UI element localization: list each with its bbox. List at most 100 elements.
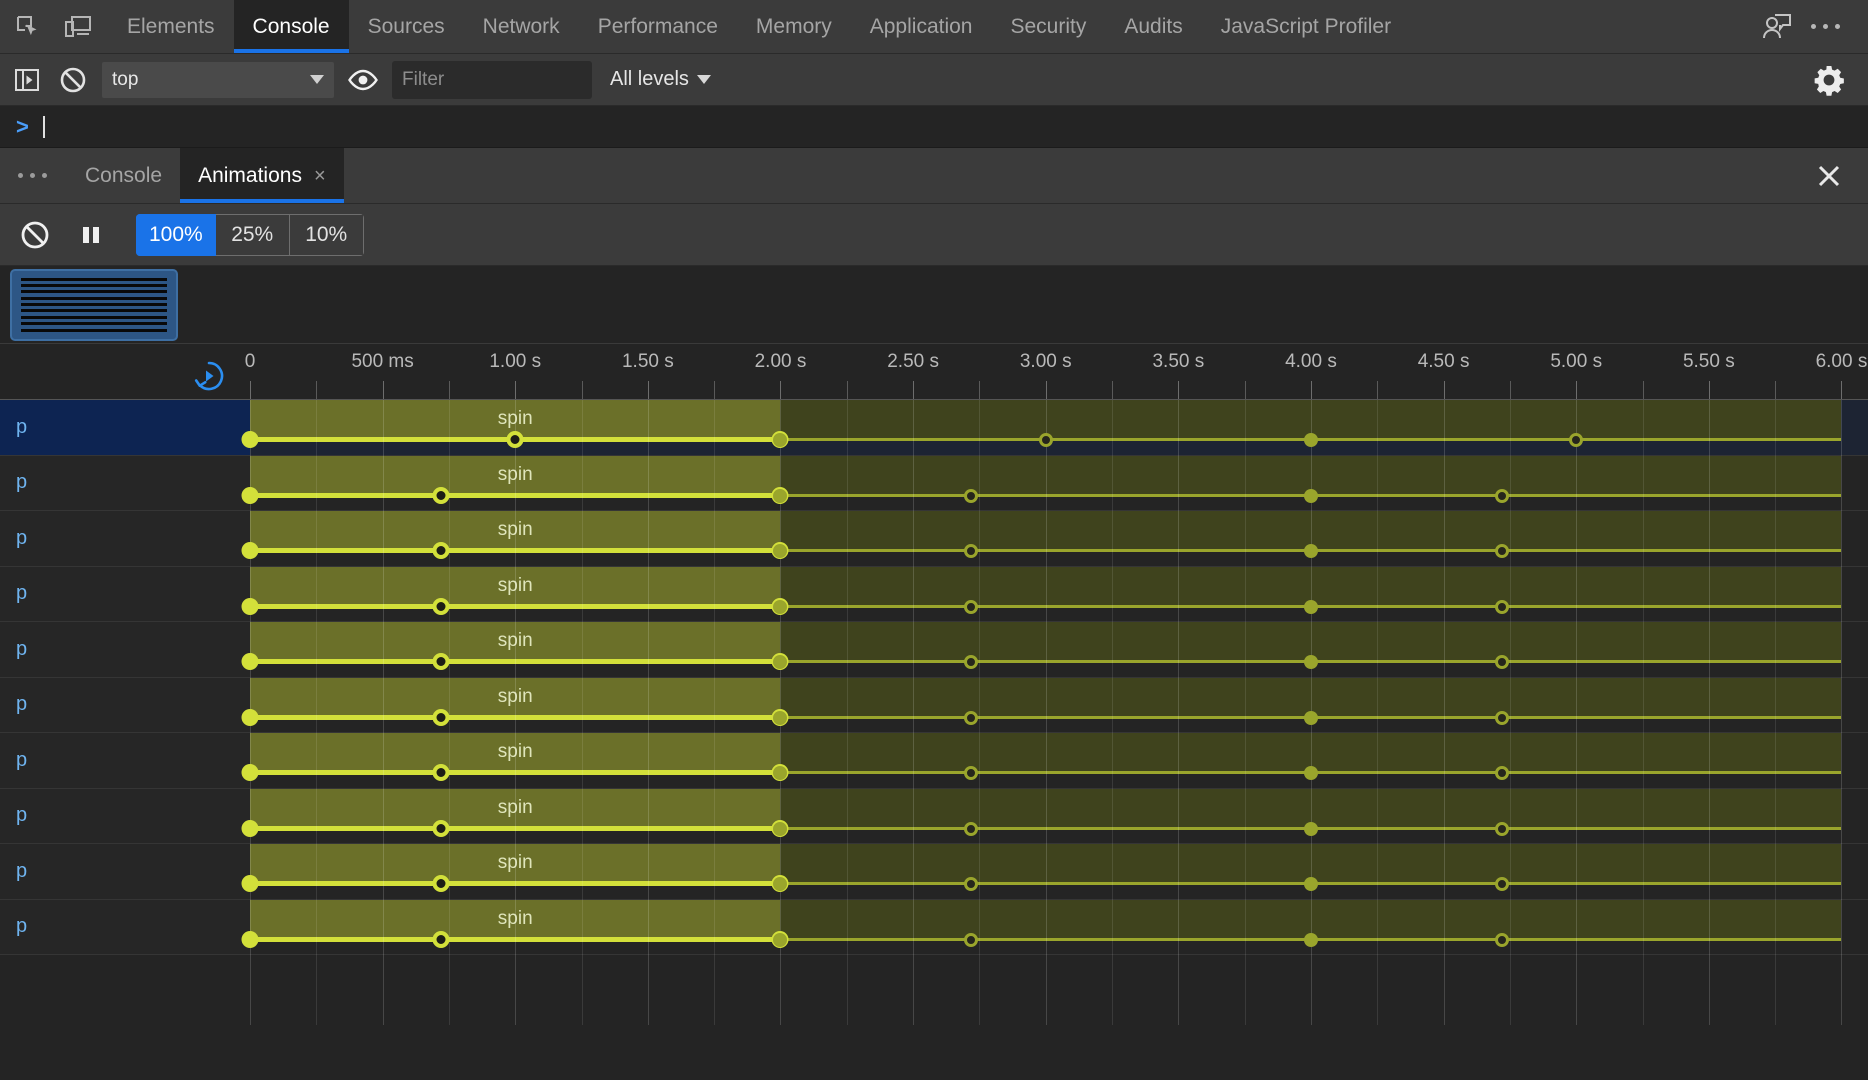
- keyframe-marker[interactable]: [964, 766, 979, 780]
- keyframe-marker[interactable]: [241, 930, 259, 948]
- keyframe-marker[interactable]: [241, 875, 259, 892]
- animation-row-track[interactable]: spin: [241, 400, 1868, 455]
- animation-row-node-label[interactable]: p: [0, 622, 250, 677]
- main-tab-security[interactable]: Security: [991, 0, 1105, 53]
- close-drawer-button[interactable]: [1790, 148, 1868, 203]
- keyframe-marker[interactable]: [773, 821, 788, 836]
- animation-row-track[interactable]: spin: [241, 566, 1868, 621]
- keyframe-marker[interactable]: [773, 488, 788, 503]
- keyframe-marker[interactable]: [1303, 488, 1318, 503]
- keyframe-marker[interactable]: [241, 819, 259, 837]
- animation-row[interactable]: p spin: [0, 622, 1868, 678]
- animation-segment-iteration[interactable]: [780, 511, 1311, 551]
- keyframe-marker[interactable]: [1494, 599, 1509, 614]
- close-tab-icon[interactable]: ×: [314, 166, 326, 186]
- drawer-tab-animations[interactable]: Animations ×: [180, 148, 344, 203]
- keyframe-marker[interactable]: [1303, 877, 1318, 891]
- keyframe-marker[interactable]: [1303, 710, 1318, 725]
- keyframe-marker[interactable]: [1303, 544, 1318, 558]
- keyframe-marker[interactable]: [432, 819, 450, 837]
- keyframe-marker[interactable]: [241, 597, 259, 615]
- animation-segment[interactable]: [250, 899, 781, 940]
- keyframe-marker[interactable]: [506, 431, 524, 448]
- animation-row-node-label[interactable]: p: [0, 455, 250, 510]
- speed-button-100[interactable]: 100%: [136, 213, 216, 256]
- animation-segment-iteration[interactable]: [1310, 733, 1842, 773]
- main-tab-network[interactable]: Network: [464, 0, 579, 53]
- keyframe-marker[interactable]: [964, 877, 979, 891]
- keyframe-marker[interactable]: [1494, 655, 1509, 669]
- keyframe-marker[interactable]: [1303, 766, 1318, 780]
- animation-row-track[interactable]: spin: [241, 511, 1868, 566]
- keyframe-marker[interactable]: [432, 764, 450, 781]
- keyframe-marker[interactable]: [1494, 877, 1509, 891]
- animation-row-node-label[interactable]: p: [0, 844, 250, 899]
- keyframe-marker[interactable]: [241, 486, 259, 504]
- live-expression-icon[interactable]: [346, 63, 380, 97]
- keyframe-marker[interactable]: [773, 932, 788, 947]
- keyframe-marker[interactable]: [1303, 655, 1318, 669]
- clear-animations-icon[interactable]: [18, 218, 52, 252]
- animation-row-track[interactable]: spin: [241, 844, 1868, 899]
- keyframe-marker[interactable]: [1494, 821, 1509, 836]
- keyframe-marker[interactable]: [241, 653, 259, 670]
- animation-row-track[interactable]: spin: [241, 622, 1868, 677]
- replay-animation-icon[interactable]: [192, 359, 226, 398]
- device-toolbar-icon[interactable]: [60, 9, 96, 45]
- main-tab-javascript-profiler[interactable]: JavaScript Profiler: [1202, 0, 1410, 53]
- animation-segment[interactable]: [250, 511, 781, 551]
- keyframe-marker[interactable]: [1494, 544, 1509, 558]
- keyframe-marker[interactable]: [964, 544, 979, 558]
- keyframe-marker[interactable]: [432, 597, 450, 615]
- main-tab-sources[interactable]: Sources: [349, 0, 464, 53]
- keyframe-marker[interactable]: [432, 653, 450, 670]
- settings-gear-icon[interactable]: [1812, 63, 1846, 97]
- animation-row[interactable]: p spin: [0, 455, 1868, 511]
- animation-row[interactable]: p spin: [0, 677, 1868, 733]
- keyframe-marker[interactable]: [964, 599, 979, 614]
- main-tab-application[interactable]: Application: [851, 0, 992, 53]
- console-prompt-row[interactable]: >: [0, 106, 1868, 148]
- animation-row-node-label[interactable]: p: [0, 788, 250, 843]
- animation-group-preview-1[interactable]: [10, 268, 178, 341]
- keyframe-marker[interactable]: [241, 542, 259, 559]
- keyframe-marker[interactable]: [1494, 766, 1509, 780]
- keyframe-marker[interactable]: [773, 655, 788, 669]
- animation-row[interactable]: p spin: [0, 788, 1868, 844]
- animation-row[interactable]: p spin: [0, 733, 1868, 789]
- animation-row-track[interactable]: spin: [241, 788, 1868, 843]
- keyframe-marker[interactable]: [432, 486, 450, 504]
- animation-segment[interactable]: [250, 733, 781, 773]
- keyframe-marker[interactable]: [241, 764, 259, 781]
- keyframe-marker[interactable]: [1303, 821, 1318, 836]
- animation-segment-iteration[interactable]: [780, 455, 1311, 496]
- keyframe-marker[interactable]: [1303, 433, 1318, 447]
- log-levels-dropdown[interactable]: All levels: [604, 64, 717, 95]
- animation-segment-iteration[interactable]: [780, 899, 1311, 940]
- drawer-more-tabs-icon[interactable]: [0, 148, 67, 203]
- keyframe-marker[interactable]: [1303, 599, 1318, 614]
- animation-row[interactable]: p spin: [0, 899, 1868, 955]
- animation-segment-iteration[interactable]: [1310, 677, 1842, 718]
- animation-segment[interactable]: [250, 677, 781, 718]
- animation-segment[interactable]: [250, 622, 781, 662]
- clear-console-icon[interactable]: [56, 63, 90, 97]
- keyframe-marker[interactable]: [964, 655, 979, 669]
- console-sidebar-icon[interactable]: [10, 63, 44, 97]
- animation-segment-iteration[interactable]: [1310, 511, 1842, 551]
- keyframe-marker[interactable]: [1569, 433, 1584, 447]
- pause-animations-icon[interactable]: [74, 218, 108, 252]
- animation-segment[interactable]: [250, 844, 781, 884]
- keyframe-marker[interactable]: [241, 431, 259, 448]
- animation-segment-iteration[interactable]: [780, 733, 1311, 773]
- animation-segment-iteration[interactable]: [1310, 788, 1842, 829]
- animation-segment-iteration[interactable]: [780, 844, 1311, 884]
- keyframe-marker[interactable]: [1494, 488, 1509, 503]
- animation-row-node-label[interactable]: p: [0, 899, 250, 954]
- animation-row[interactable]: p spin: [0, 844, 1868, 900]
- keyframe-marker[interactable]: [773, 433, 788, 447]
- timeline-ruler-track[interactable]: 0 500 ms 1.00 s 1.50 s 2.00 s 2.50 s 3.00 s 3.5…: [245, 344, 1868, 399]
- animation-row-node-label[interactable]: p: [0, 677, 250, 732]
- animation-segment-iteration[interactable]: [780, 677, 1311, 718]
- keyframe-marker[interactable]: [773, 599, 788, 614]
